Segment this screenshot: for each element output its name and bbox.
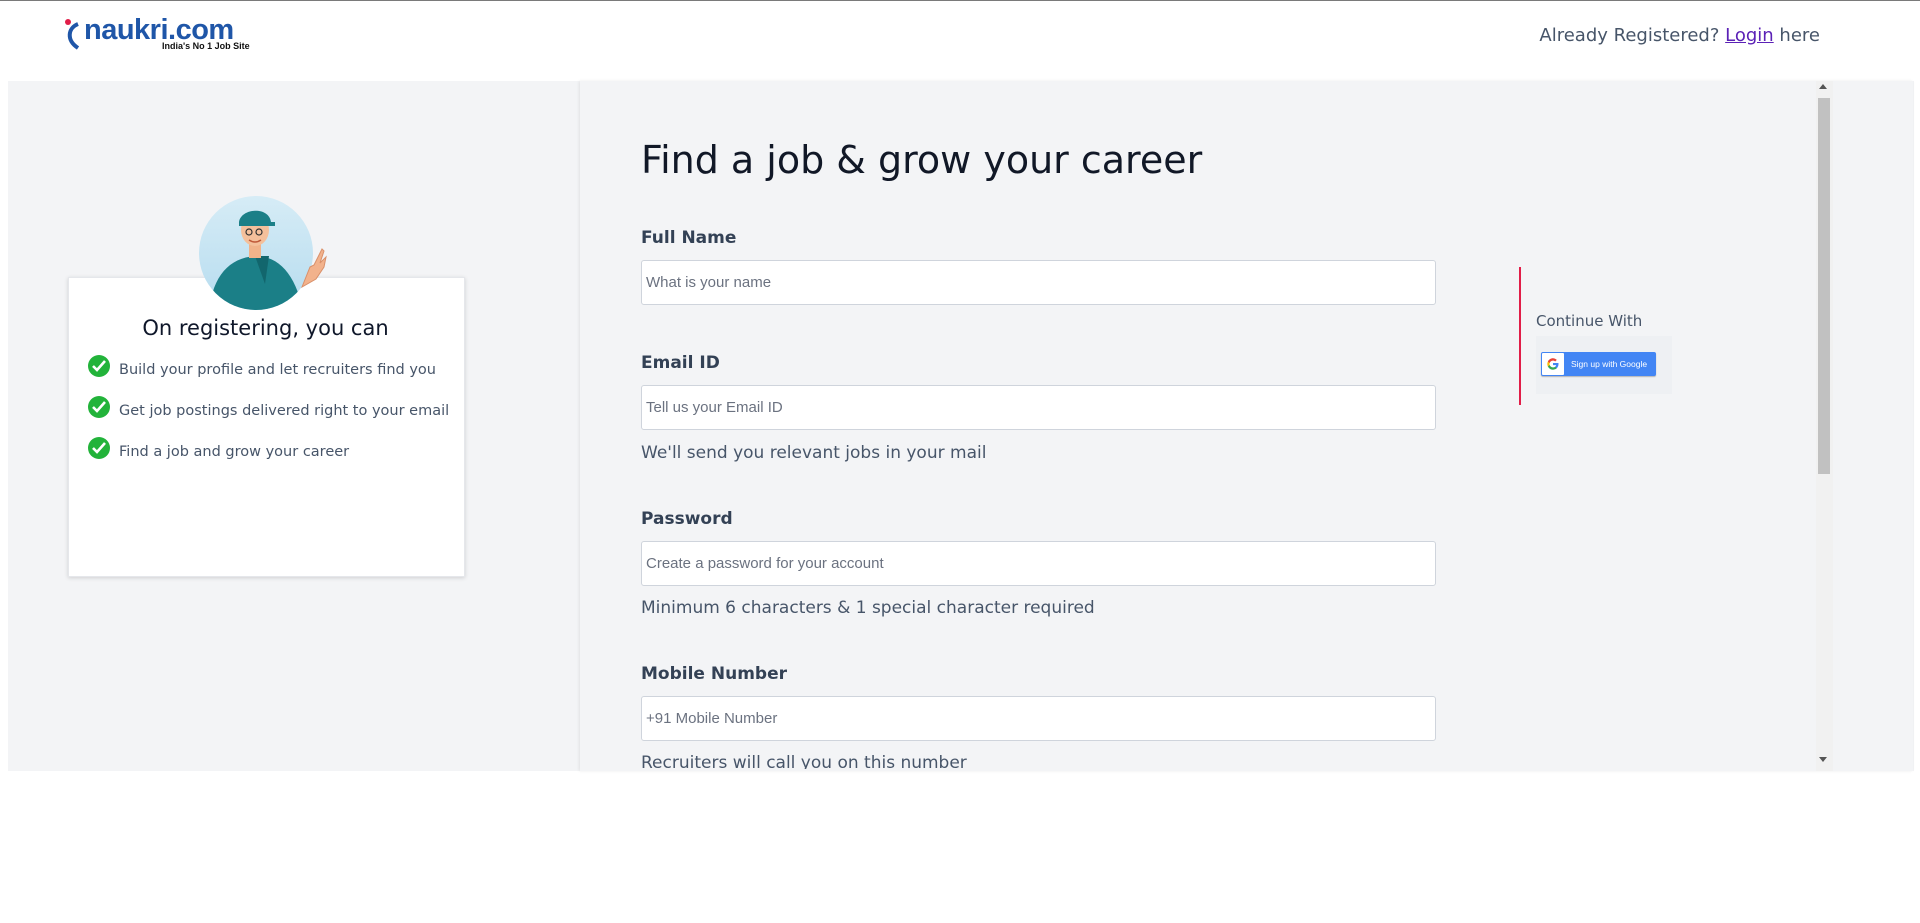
- mobile-input[interactable]: [641, 696, 1436, 741]
- scroll-down-arrow[interactable]: [1819, 757, 1827, 762]
- check-icon: [88, 437, 110, 459]
- benefit-text: Get job postings delivered right to your…: [119, 403, 450, 419]
- avatar-illustration: [199, 196, 313, 310]
- logo-swoosh-icon: [65, 19, 80, 50]
- already-registered-text: Already Registered?: [1539, 25, 1720, 46]
- full-name-label: Full Name: [641, 228, 737, 248]
- email-label: Email ID: [641, 353, 720, 373]
- email-hint: We'll send you relevant jobs in your mai…: [641, 443, 987, 463]
- already-registered: Already Registered? Login here: [1539, 25, 1820, 46]
- scrollbar-thumb[interactable]: [1818, 98, 1830, 474]
- logo-tagline: India's No 1 Job Site: [162, 41, 250, 51]
- password-label: Password: [641, 509, 733, 529]
- google-signup-text: Sign up with Google: [1571, 359, 1648, 369]
- mobile-hint: Recruiters will call you on this number: [641, 753, 967, 769]
- social-divider: [1519, 267, 1521, 405]
- check-icon: [88, 396, 110, 418]
- naukri-logo[interactable]: naukri.com India's No 1 Job Site: [65, 14, 266, 54]
- google-signup-button[interactable]: Sign up with Google: [1541, 352, 1656, 376]
- benefit-item-3: Find a job and grow your career: [88, 437, 350, 460]
- scroll-up-arrow[interactable]: [1819, 84, 1827, 89]
- form-title: Find a job & grow your career: [641, 138, 1203, 182]
- top-border: [0, 0, 1920, 1]
- login-link[interactable]: Login: [1725, 25, 1774, 46]
- benefit-text: Find a job and grow your career: [119, 444, 350, 460]
- here-text: here: [1773, 25, 1820, 46]
- check-icon: [88, 355, 110, 377]
- benefit-text: Build your profile and let recruiters fi…: [119, 362, 436, 378]
- email-input[interactable]: [641, 385, 1436, 430]
- password-hint: Minimum 6 characters & 1 special charact…: [641, 598, 1095, 618]
- person-illustration-icon: [209, 210, 303, 310]
- password-input[interactable]: [641, 541, 1436, 586]
- google-icon: [1542, 353, 1564, 375]
- benefits-title: On registering, you can: [142, 316, 389, 340]
- benefit-item-1: Build your profile and let recruiters fi…: [88, 355, 436, 378]
- benefit-item-2: Get job postings delivered right to your…: [88, 396, 450, 419]
- full-name-input[interactable]: [641, 260, 1436, 305]
- mobile-label: Mobile Number: [641, 664, 787, 684]
- waving-hand-icon: [301, 248, 327, 289]
- continue-with-label: Continue With: [1536, 312, 1643, 330]
